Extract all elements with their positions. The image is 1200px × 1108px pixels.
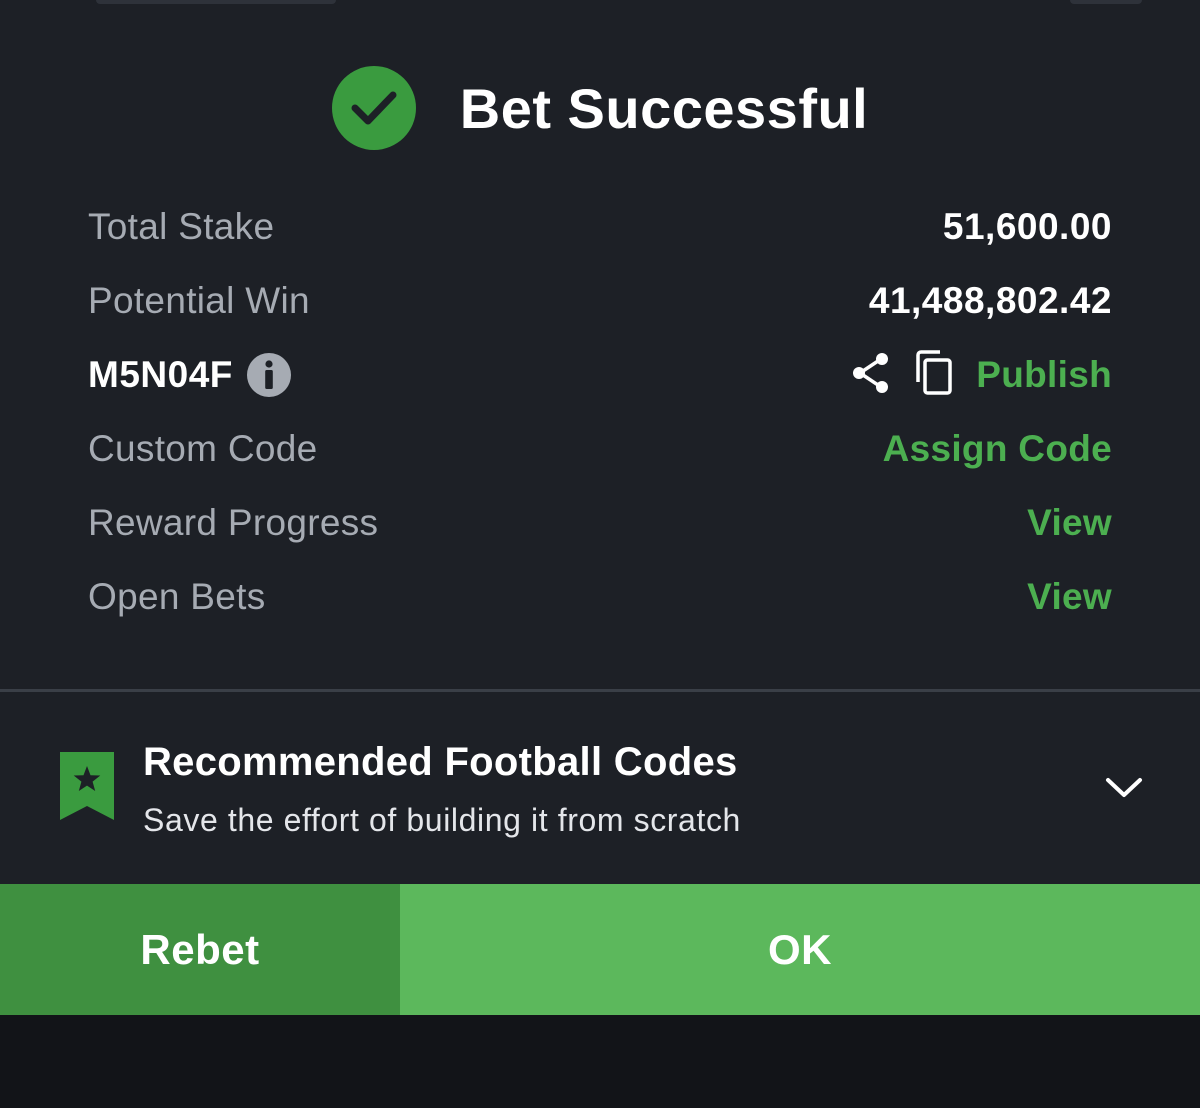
copy-icon[interactable] <box>914 349 954 401</box>
potential-win-value: 41,488,802.42 <box>868 280 1112 321</box>
page-title: Bet Successful <box>459 76 869 140</box>
share-icon[interactable] <box>850 351 892 400</box>
total-stake-value: 51,600.00 <box>942 206 1112 247</box>
open-bets-view-button[interactable]: View <box>1027 576 1112 618</box>
rebet-button[interactable]: Rebet <box>0 884 400 1015</box>
bet-summary: Total Stake 51,600.00 Potential Win 41,4… <box>88 190 1112 634</box>
booking-actions: Publish <box>850 349 1112 401</box>
custom-code-row: Custom Code Assign Code <box>88 412 1112 486</box>
recommended-codes-title: Recommended Football Codes <box>143 740 738 784</box>
bet-success-sheet: Bet Successful Total Stake 51,600.00 Pot… <box>0 0 1200 1016</box>
assign-code-button[interactable]: Assign Code <box>883 428 1112 470</box>
recommended-codes-section[interactable] <box>0 692 1200 882</box>
potential-win-row: Potential Win 41,488,802.42 <box>88 264 1112 338</box>
success-header: Bet Successful <box>0 62 1200 154</box>
total-stake-label: Total Stake <box>88 206 275 247</box>
total-stake-row: Total Stake 51,600.00 <box>88 190 1112 264</box>
booking-code-row: M5N04F Publish <box>88 338 1112 412</box>
custom-code-label: Custom Code <box>88 428 318 469</box>
bookmark-star-icon <box>60 752 114 820</box>
open-bets-label: Open Bets <box>88 576 266 617</box>
reward-progress-label: Reward Progress <box>88 502 379 543</box>
booking-code: M5N04F <box>88 354 233 395</box>
check-circle-icon <box>331 66 416 150</box>
reward-progress-row: Reward Progress View <box>88 486 1112 560</box>
bottom-safe-area <box>0 1015 1200 1108</box>
potential-win-label: Potential Win <box>88 280 310 321</box>
open-bets-row: Open Bets View <box>88 560 1112 634</box>
chevron-down-icon[interactable] <box>1102 770 1146 804</box>
publish-button[interactable]: Publish <box>976 354 1112 396</box>
previous-content-peek <box>0 0 1200 8</box>
recommended-codes-subtitle: Save the effort of building it from scra… <box>143 802 741 838</box>
reward-progress-view-button[interactable]: View <box>1027 502 1112 544</box>
booking-code-group: M5N04F <box>88 353 291 397</box>
info-icon[interactable] <box>246 353 291 397</box>
ok-button[interactable]: OK <box>400 884 1200 1015</box>
